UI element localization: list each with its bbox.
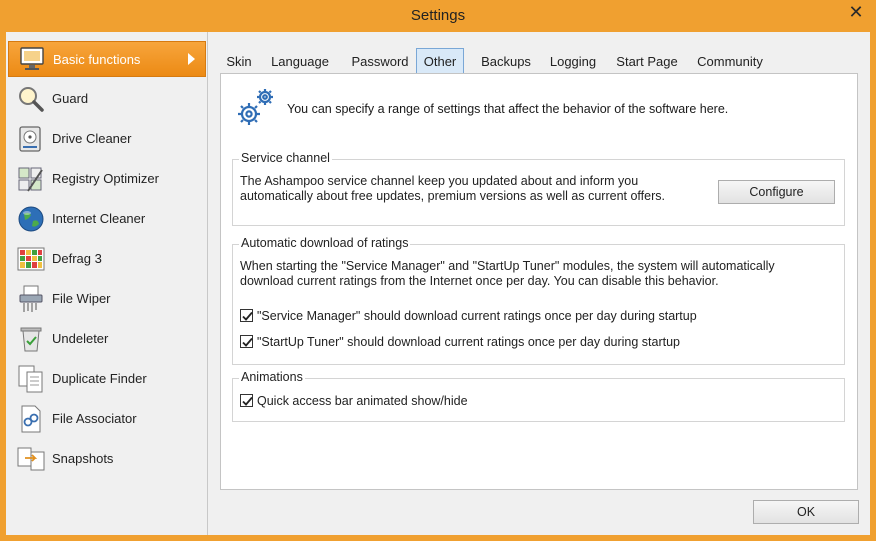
tab-start-page[interactable]: Start Page xyxy=(610,50,684,74)
close-icon: ✕ xyxy=(848,2,864,22)
client-area: Basic functions Guard Drive Cleaner Regi… xyxy=(6,32,870,535)
ratings-group: Automatic download of ratings When start… xyxy=(232,236,845,365)
tab-language[interactable]: Language xyxy=(264,50,336,74)
tab-password[interactable]: Password xyxy=(344,50,416,74)
checkbox-label: "Service Manager" should download curren… xyxy=(257,309,697,323)
recycle-bin-icon xyxy=(20,327,42,352)
dialog-footer: OK xyxy=(208,490,870,535)
ratings-title: Automatic download of ratings xyxy=(239,236,411,250)
sidebar-item-label: Guard xyxy=(52,91,89,106)
tab-logging[interactable]: Logging xyxy=(544,50,602,74)
sidebar-item-label: File Associator xyxy=(52,411,137,426)
close-button[interactable]: ✕ xyxy=(840,0,872,24)
sidebar-item-label: Duplicate Finder xyxy=(52,371,147,386)
tab-other[interactable]: Other xyxy=(416,48,464,74)
monitor-settings-icon xyxy=(20,47,44,70)
animations-title: Animations xyxy=(239,370,305,384)
defrag-grid-icon xyxy=(17,247,45,271)
drive-cleaner-icon xyxy=(19,126,41,152)
sidebar-item-guard[interactable]: Guard xyxy=(8,81,206,117)
sidebar-item-label: Internet Cleaner xyxy=(52,211,146,226)
settings-window: Settings ✕ Basic functions Guard Drive C… xyxy=(0,0,876,541)
service-channel-line-1: The Ashampoo service channel keep you up… xyxy=(240,174,639,188)
checkbox-checked[interactable] xyxy=(240,335,253,348)
file-link-icon xyxy=(21,405,41,433)
checkbox-label: Quick access bar animated show/hide xyxy=(257,394,468,408)
window-title: Settings xyxy=(410,7,466,24)
sidebar-item-internet-cleaner[interactable]: Internet Cleaner xyxy=(8,201,206,237)
checkbox-label: "StartUp Tuner" should download current … xyxy=(257,335,681,349)
checkmark-icon xyxy=(242,396,253,406)
chevron-right-icon xyxy=(188,53,195,65)
sidebar: Basic functions Guard Drive Cleaner Regi… xyxy=(6,32,208,535)
sidebar-item-label: Basic functions xyxy=(53,52,141,67)
sidebar-item-label: Snapshots xyxy=(52,451,114,466)
intro-text: You can specify a range of settings that… xyxy=(287,102,729,116)
checkbox-checked[interactable] xyxy=(240,309,253,322)
shredder-icon xyxy=(19,285,43,312)
sidebar-item-file-wiper[interactable]: File Wiper xyxy=(8,281,206,317)
duplicate-docs-icon xyxy=(18,365,43,393)
gears-icon xyxy=(238,89,273,125)
ok-button[interactable]: OK xyxy=(753,500,859,524)
title-bar[interactable]: Settings ✕ xyxy=(0,0,876,32)
sidebar-item-defrag[interactable]: Defrag 3 xyxy=(8,241,206,277)
ratings-line-2: download current ratings from the Intern… xyxy=(240,274,719,288)
sidebar-item-label: Registry Optimizer xyxy=(52,171,159,186)
ratings-line-1: When starting the "Service Manager" and … xyxy=(240,259,775,273)
globe-icon xyxy=(18,206,44,232)
sidebar-item-basic-functions[interactable]: Basic functions xyxy=(8,41,206,77)
snapshots-icon xyxy=(17,447,45,471)
service-channel-group: Service channel The Ashampoo service cha… xyxy=(232,151,845,226)
animations-group: Animations Quick access bar animated sho… xyxy=(232,370,845,422)
tab-backups[interactable]: Backups xyxy=(472,50,540,74)
sidebar-item-label: File Wiper xyxy=(52,291,111,306)
registry-icon xyxy=(18,167,43,192)
sidebar-item-duplicate-finder[interactable]: Duplicate Finder xyxy=(8,361,206,397)
service-channel-line-2: automatically about free updates, premiu… xyxy=(240,189,665,203)
checkmark-icon xyxy=(242,337,253,347)
tab-skin[interactable]: Skin xyxy=(218,50,260,74)
sidebar-item-registry-optimizer[interactable]: Registry Optimizer xyxy=(8,161,206,197)
sidebar-item-snapshots[interactable]: Snapshots xyxy=(8,441,206,477)
sidebar-item-label: Defrag 3 xyxy=(52,251,102,266)
sidebar-item-drive-cleaner[interactable]: Drive Cleaner xyxy=(8,121,206,157)
other-settings-panel: You can specify a range of settings that… xyxy=(220,73,858,490)
checkbox-checked[interactable] xyxy=(240,394,253,407)
magnifier-icon xyxy=(19,87,44,112)
sidebar-item-label: Undeleter xyxy=(52,331,109,346)
sidebar-item-undeleter[interactable]: Undeleter xyxy=(8,321,206,357)
sidebar-item-label: Drive Cleaner xyxy=(52,131,132,146)
sidebar-item-file-associator[interactable]: File Associator xyxy=(8,401,206,437)
configure-button[interactable]: Configure xyxy=(718,180,835,204)
service-channel-title: Service channel xyxy=(239,151,332,165)
checkmark-icon xyxy=(242,311,253,321)
tab-community[interactable]: Community xyxy=(690,50,770,74)
